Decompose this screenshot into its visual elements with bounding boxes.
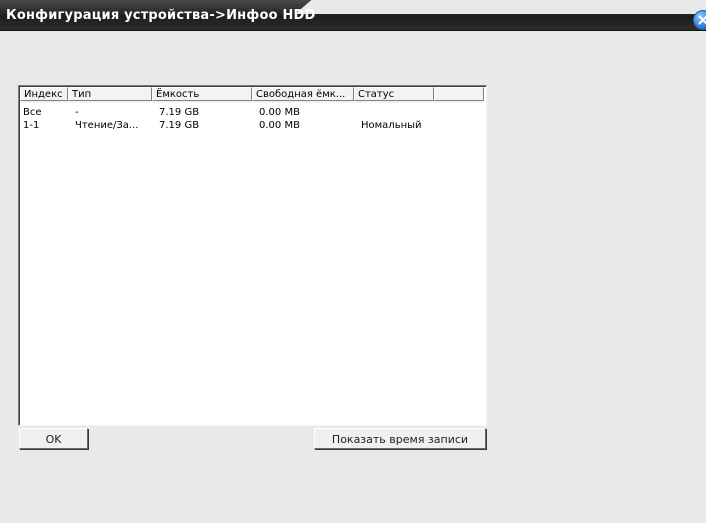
close-icon[interactable] [693, 10, 706, 30]
table-row[interactable]: Все - 7.19 GB 0.00 MB [20, 107, 484, 118]
column-header-status[interactable]: Статус [354, 87, 434, 101]
cell-type: - [75, 107, 79, 118]
column-header-extra[interactable] [434, 87, 484, 101]
cell-index: Все [23, 107, 42, 118]
show-record-time-button[interactable]: Показать время записи [314, 428, 486, 449]
column-header-free-space[interactable]: Свободная ёмк... [252, 87, 354, 101]
hdd-info-table[interactable]: Индекс Тип Ёмкость Свободная ёмк... Стат… [18, 85, 487, 426]
cell-capacity: 7.19 GB [159, 120, 200, 131]
window-title: Конфигурация устройства->Инфоо HDD [6, 8, 316, 23]
cell-capacity: 7.19 GB [159, 107, 200, 118]
cell-free-space: 0.00 MB [259, 107, 300, 118]
table-header: Индекс Тип Ёмкость Свободная ёмк... Стат… [20, 87, 484, 103]
title-bar: Конфигурация устройства->Инфоо HDD [0, 0, 706, 31]
cell-status: Номальный [361, 120, 422, 131]
table-row[interactable]: 1-1 Чтение/За... 7.19 GB 0.00 MB Номальн… [20, 120, 484, 131]
ok-button[interactable]: OK [19, 428, 88, 449]
cell-type: Чтение/За... [75, 120, 139, 131]
column-header-index[interactable]: Индекс [20, 87, 68, 101]
cell-index: 1-1 [23, 120, 40, 131]
cell-free-space: 0.00 MB [259, 120, 300, 131]
column-header-type[interactable]: Тип [68, 87, 152, 101]
column-header-capacity[interactable]: Ёмкость [152, 87, 252, 101]
